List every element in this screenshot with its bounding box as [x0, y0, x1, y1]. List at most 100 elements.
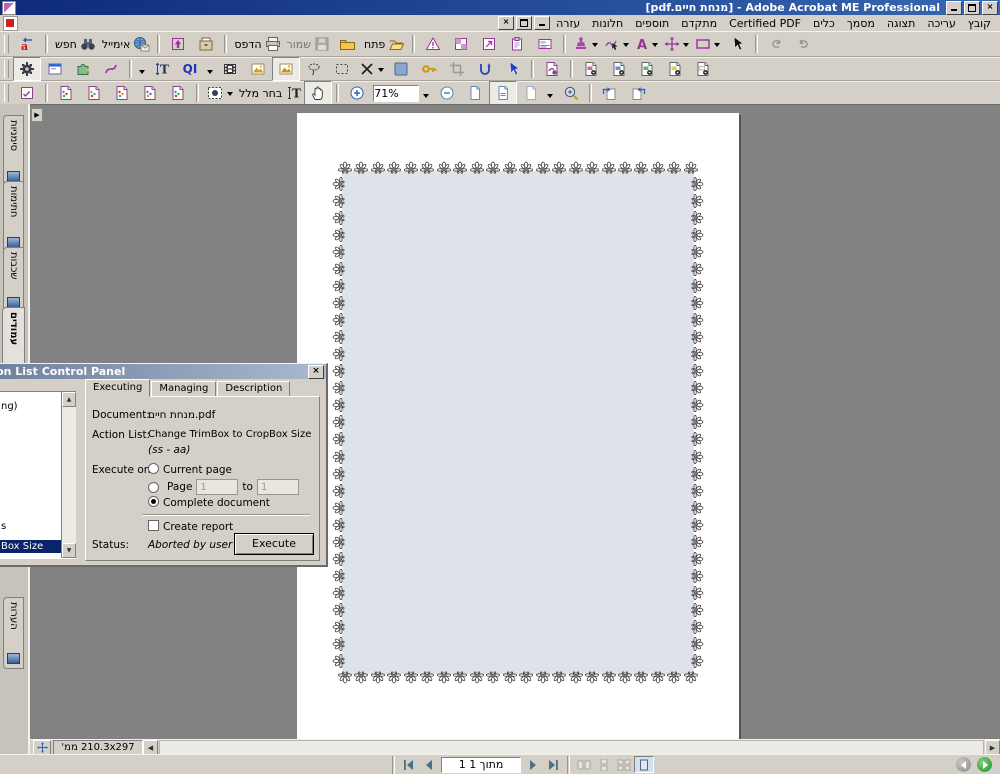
qi-dropdown-arrow[interactable]: [207, 70, 213, 77]
undo-button[interactable]: [790, 32, 818, 56]
zoom-dropdown-arrow[interactable]: [423, 94, 430, 101]
crop-tool-button[interactable]: [443, 57, 471, 81]
page-size-button[interactable]: [33, 740, 51, 755]
doc-close-button[interactable]: ×: [498, 16, 515, 30]
stamp-dropdown-arrow[interactable]: [592, 42, 599, 50]
pencil-dropdown-arrow[interactable]: [623, 42, 630, 50]
hand-tool-button[interactable]: [304, 81, 333, 105]
pane-expand-button[interactable]: ▶: [31, 108, 43, 122]
snapshot-tool-button[interactable]: [203, 81, 236, 105]
action-list-green-button[interactable]: [633, 57, 661, 81]
rectangle-tool-button[interactable]: [692, 32, 723, 56]
dialog-close-button[interactable]: ×: [308, 364, 324, 379]
page-range-radio[interactable]: [148, 481, 159, 493]
print-button[interactable]: הדפס: [231, 32, 283, 56]
snapshot-dropdown-arrow[interactable]: [227, 91, 233, 99]
pointer-tool-button[interactable]: [499, 57, 527, 81]
menu-edit[interactable]: עריכה: [921, 17, 962, 30]
stamp-tool-button[interactable]: [570, 32, 601, 56]
menu-document[interactable]: מסמך: [841, 17, 881, 30]
fit-width-button[interactable]: [489, 81, 518, 105]
menu-plugins[interactable]: תוספים: [629, 17, 675, 30]
first-page-button[interactable]: [399, 756, 419, 773]
upload-button[interactable]: [164, 32, 192, 56]
create-report-checkbox[interactable]: [148, 520, 159, 531]
touchup-dropdown-arrow[interactable]: [139, 70, 145, 77]
transparency-grid-button[interactable]: [447, 32, 475, 56]
clipboard-button[interactable]: [503, 32, 531, 56]
previous-page-button[interactable]: [419, 756, 439, 773]
marquee-tool-button[interactable]: [328, 57, 356, 81]
menu-certified-pdf[interactable]: Certified PDF: [723, 17, 807, 30]
tab-description[interactable]: Description: [217, 381, 291, 397]
u-turn-tool-button[interactable]: [471, 57, 499, 81]
profile-doc-3-button[interactable]: [108, 81, 136, 105]
open-attach-button[interactable]: [333, 32, 361, 56]
complete-document-radio[interactable]: [148, 496, 159, 507]
preferences-button[interactable]: [13, 57, 41, 81]
toolbar-grip[interactable]: [4, 60, 9, 78]
fit-dropdown-arrow[interactable]: [547, 94, 554, 101]
zoom-out-button[interactable]: [433, 81, 461, 105]
lasso-tool-button[interactable]: [300, 57, 328, 81]
select-text-button[interactable]: בחר מלל T: [236, 81, 304, 105]
doc-minimize-button[interactable]: [534, 16, 551, 30]
next-page-button[interactable]: [523, 756, 543, 773]
action-list-yellow-button[interactable]: [661, 57, 689, 81]
menu-advanced[interactable]: מתקדם: [675, 17, 723, 30]
sidebar-tab-signatures[interactable]: חתימות: [3, 181, 24, 253]
distribute-tool-button[interactable]: [661, 32, 692, 56]
facing-pages-button[interactable]: [574, 756, 594, 773]
page-to-input[interactable]: [256, 479, 299, 495]
image-select-tool-button[interactable]: [272, 57, 300, 81]
previous-view-button[interactable]: [956, 757, 971, 772]
current-page-radio[interactable]: [148, 463, 159, 474]
zoom-in-button[interactable]: [343, 81, 371, 105]
image-tool-button[interactable]: [244, 57, 272, 81]
continuous-view-button[interactable]: [594, 756, 614, 773]
action-list-white-button[interactable]: [689, 57, 717, 81]
scrollbar-down-button[interactable]: ▼: [62, 543, 76, 558]
doc-restore-button[interactable]: [516, 16, 533, 30]
movie-tool-button[interactable]: [216, 57, 244, 81]
rotate-right-button[interactable]: [624, 81, 652, 105]
menu-help[interactable]: עזרה: [550, 17, 586, 30]
search-button[interactable]: חפש: [52, 32, 99, 56]
swoosh-tool-button[interactable]: [97, 57, 125, 81]
tab-managing[interactable]: Managing: [151, 381, 217, 397]
text-comment-button[interactable]: A: [632, 32, 661, 56]
cut-dropdown-arrow[interactable]: [378, 67, 384, 75]
profile-doc-2-button[interactable]: [80, 81, 108, 105]
single-page-button[interactable]: [634, 756, 654, 773]
rotate-left-button[interactable]: [596, 81, 624, 105]
fit-page-button[interactable]: [461, 81, 489, 105]
sidebar-tab-layers[interactable]: שכבות: [3, 247, 24, 313]
toolbar-grip[interactable]: [4, 35, 9, 53]
menu-file[interactable]: קובץ: [962, 17, 997, 30]
action-list-pink-button[interactable]: [577, 57, 605, 81]
redo-button[interactable]: [762, 32, 790, 56]
menu-tools[interactable]: כלים: [807, 17, 841, 30]
color-swatch-button[interactable]: [387, 57, 415, 81]
profile-doc-5-button[interactable]: [164, 81, 192, 105]
organizer-button[interactable]: [192, 32, 220, 56]
next-view-button[interactable]: [977, 757, 992, 772]
select-tool-button[interactable]: [723, 32, 751, 56]
scroll-left-button[interactable]: ◀: [143, 740, 158, 755]
zoom-tool-button[interactable]: [557, 81, 585, 105]
plugin-button[interactable]: [69, 57, 97, 81]
open-button[interactable]: פתח: [361, 32, 408, 56]
resize-page-button[interactable]: [475, 32, 503, 56]
form-field-button[interactable]: [531, 32, 559, 56]
continuous-facing-button[interactable]: [614, 756, 634, 773]
action-list-item[interactable]: s: [0, 520, 61, 533]
action-list-listbox[interactable]: ng) s Box Size ▲ ▼: [0, 391, 76, 559]
page-number-input[interactable]: [441, 756, 521, 773]
execute-button[interactable]: Execute: [234, 533, 314, 555]
dialog-title-bar[interactable]: Action List Control Panel ×: [0, 364, 326, 379]
toolbar-grip[interactable]: [4, 84, 9, 102]
action-list-item-selected[interactable]: Box Size: [0, 540, 61, 553]
pitstop-edit-button[interactable]: [538, 57, 566, 81]
touchup-text-button[interactable]: T: [148, 57, 176, 81]
certified-pdf-button[interactable]: [13, 81, 41, 105]
